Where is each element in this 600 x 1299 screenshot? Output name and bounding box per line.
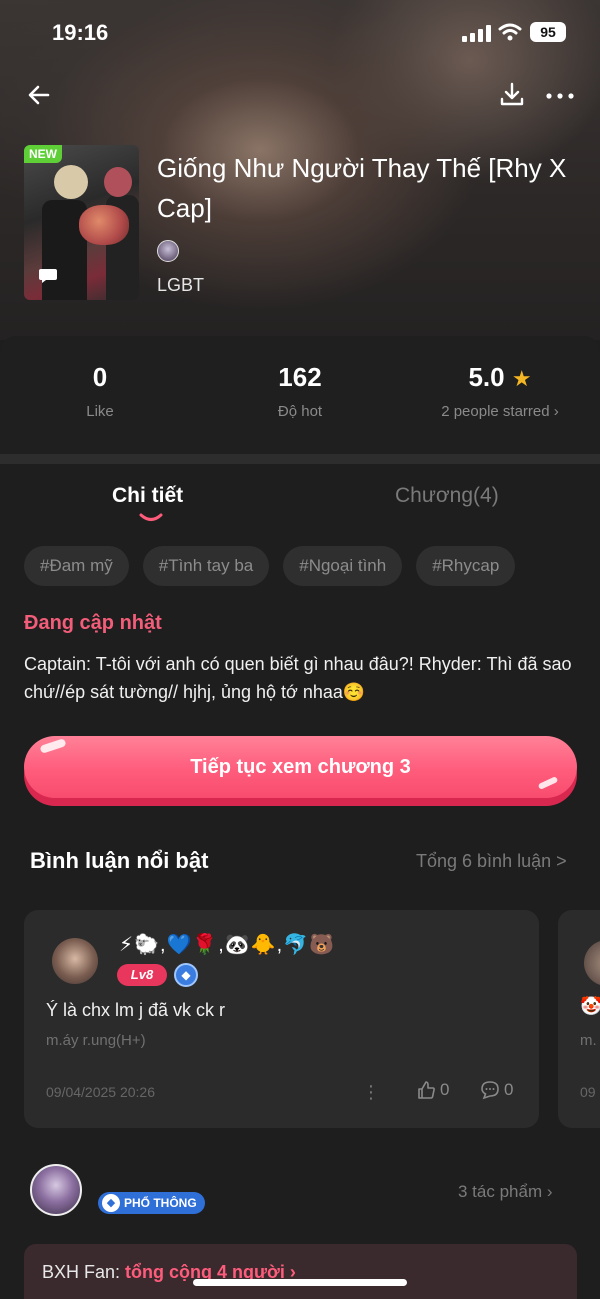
signal-icon bbox=[462, 24, 491, 42]
new-badge: NEW bbox=[24, 145, 62, 163]
author-works-link[interactable]: 3 tác phẩm › bbox=[458, 1182, 553, 1202]
likes-label: Like bbox=[86, 403, 114, 420]
comment-like-button[interactable]: 0 bbox=[416, 1080, 449, 1100]
comment-menu-icon[interactable]: ⋮ bbox=[362, 1082, 380, 1103]
fan-ranking-box[interactable]: BXH Fan: tổng cộng 4 người › bbox=[24, 1244, 577, 1299]
stats-card: 0 Like 162 Độ hot 5.0 ★ 2 people starred… bbox=[0, 336, 600, 454]
section-divider bbox=[0, 454, 600, 464]
stat-rating[interactable]: 5.0 ★ 2 people starred › bbox=[420, 362, 580, 420]
update-status: Đang cập nhật bbox=[24, 612, 162, 634]
cover-bouquet bbox=[79, 205, 129, 245]
tag-list: #Đam mỹ #Tình tay ba #Ngoại tình #Rhycap bbox=[24, 546, 516, 586]
book-cover[interactable]: NEW bbox=[24, 145, 139, 300]
tab-chapters[interactable]: Chương(4) bbox=[395, 484, 499, 508]
battery-indicator: 95 bbox=[530, 22, 566, 42]
tab-detail[interactable]: Chi tiết bbox=[112, 484, 183, 508]
hot-value: 162 bbox=[278, 362, 322, 392]
status-bar: 19:16 95 bbox=[0, 0, 600, 66]
comment-card[interactable]: ⚡🐑,💙🌹,🐼🐥,🐬🐻 Lv8 ◆ Ý là chx lm j đã vk ck… bbox=[24, 910, 539, 1128]
level-badge: Lv8 bbox=[117, 964, 167, 986]
commenter-name[interactable]: ⚡🐑,💙🌹,🐼🐥,🐬🐻 bbox=[119, 932, 335, 957]
status-time: 19:16 bbox=[52, 20, 109, 45]
stat-likes[interactable]: 0 Like bbox=[50, 362, 150, 420]
rating-label: 2 people starred › bbox=[441, 403, 559, 420]
stat-hot: 162 Độ hot bbox=[250, 362, 350, 420]
tier-drop-icon: ◆ bbox=[174, 963, 198, 987]
comment-source: m. bbox=[580, 1032, 597, 1049]
comment-card[interactable]: 🤡 m. 09 bbox=[558, 910, 600, 1128]
tag-chip[interactable]: #Tình tay ba bbox=[142, 546, 270, 586]
comment-like-count: 0 bbox=[440, 1080, 450, 1099]
comments-section-title: Bình luận nổi bật bbox=[30, 848, 209, 873]
tag-chip[interactable]: #Rhycap bbox=[416, 546, 516, 586]
comment-emoji: 🤡 bbox=[580, 996, 600, 1016]
author-avatar[interactable] bbox=[30, 1164, 82, 1216]
author-tier-label: PHỔ THÔNG bbox=[124, 1196, 197, 1210]
genre-label[interactable]: LGBT bbox=[157, 275, 204, 296]
continue-reading-button[interactable]: Tiếp tục xem chương 3 bbox=[24, 736, 577, 798]
comment-reply-button[interactable]: 0 bbox=[480, 1080, 513, 1100]
synopsis-text: Captain: T-tôi với anh có quen biết gì n… bbox=[24, 654, 572, 702]
tag-chip[interactable]: #Đam mỹ bbox=[24, 546, 129, 586]
home-indicator[interactable] bbox=[193, 1279, 407, 1286]
back-arrow-icon[interactable] bbox=[24, 80, 54, 110]
comment-text: Ý là chx lm j đã vk ck r bbox=[46, 1000, 226, 1020]
comment-source: m.áy r.ung(H+) bbox=[46, 1032, 146, 1049]
comment-date: 09/04/2025 20:26 bbox=[46, 1084, 155, 1100]
download-icon[interactable] bbox=[498, 80, 526, 110]
cover-head-right bbox=[104, 167, 132, 197]
cover-head-left bbox=[54, 165, 88, 199]
wifi-icon bbox=[498, 23, 522, 41]
fan-ranking-label: BXH Fan: bbox=[42, 1262, 126, 1282]
tier-drop-icon: ◆ bbox=[102, 1194, 120, 1212]
likes-value: 0 bbox=[92, 362, 108, 392]
tag-chip[interactable]: #Ngoại tình bbox=[283, 546, 403, 586]
commenter-avatar[interactable] bbox=[584, 940, 600, 986]
book-title: Giống Như Người Thay Thế [Rhy X Cap] bbox=[157, 153, 567, 223]
tab-active-indicator bbox=[139, 513, 163, 521]
author-tier-badge: ◆ PHỔ THÔNG bbox=[98, 1192, 205, 1214]
all-comments-link[interactable]: Tổng 6 bình luận > bbox=[416, 851, 567, 872]
commenter-avatar[interactable] bbox=[52, 938, 98, 984]
reply-bubble-icon bbox=[481, 1081, 499, 1100]
comment-reply-count: 0 bbox=[504, 1080, 514, 1099]
rating-value: 5.0 bbox=[468, 362, 505, 392]
chat-bubble-icon bbox=[39, 269, 57, 283]
more-options-icon[interactable] bbox=[544, 80, 576, 110]
author-avatar-small[interactable] bbox=[157, 240, 179, 262]
thumbs-up-icon bbox=[418, 1081, 435, 1099]
star-icon: ★ bbox=[511, 366, 532, 391]
hot-label: Độ hot bbox=[277, 403, 323, 420]
comment-date: 09 bbox=[580, 1084, 596, 1100]
